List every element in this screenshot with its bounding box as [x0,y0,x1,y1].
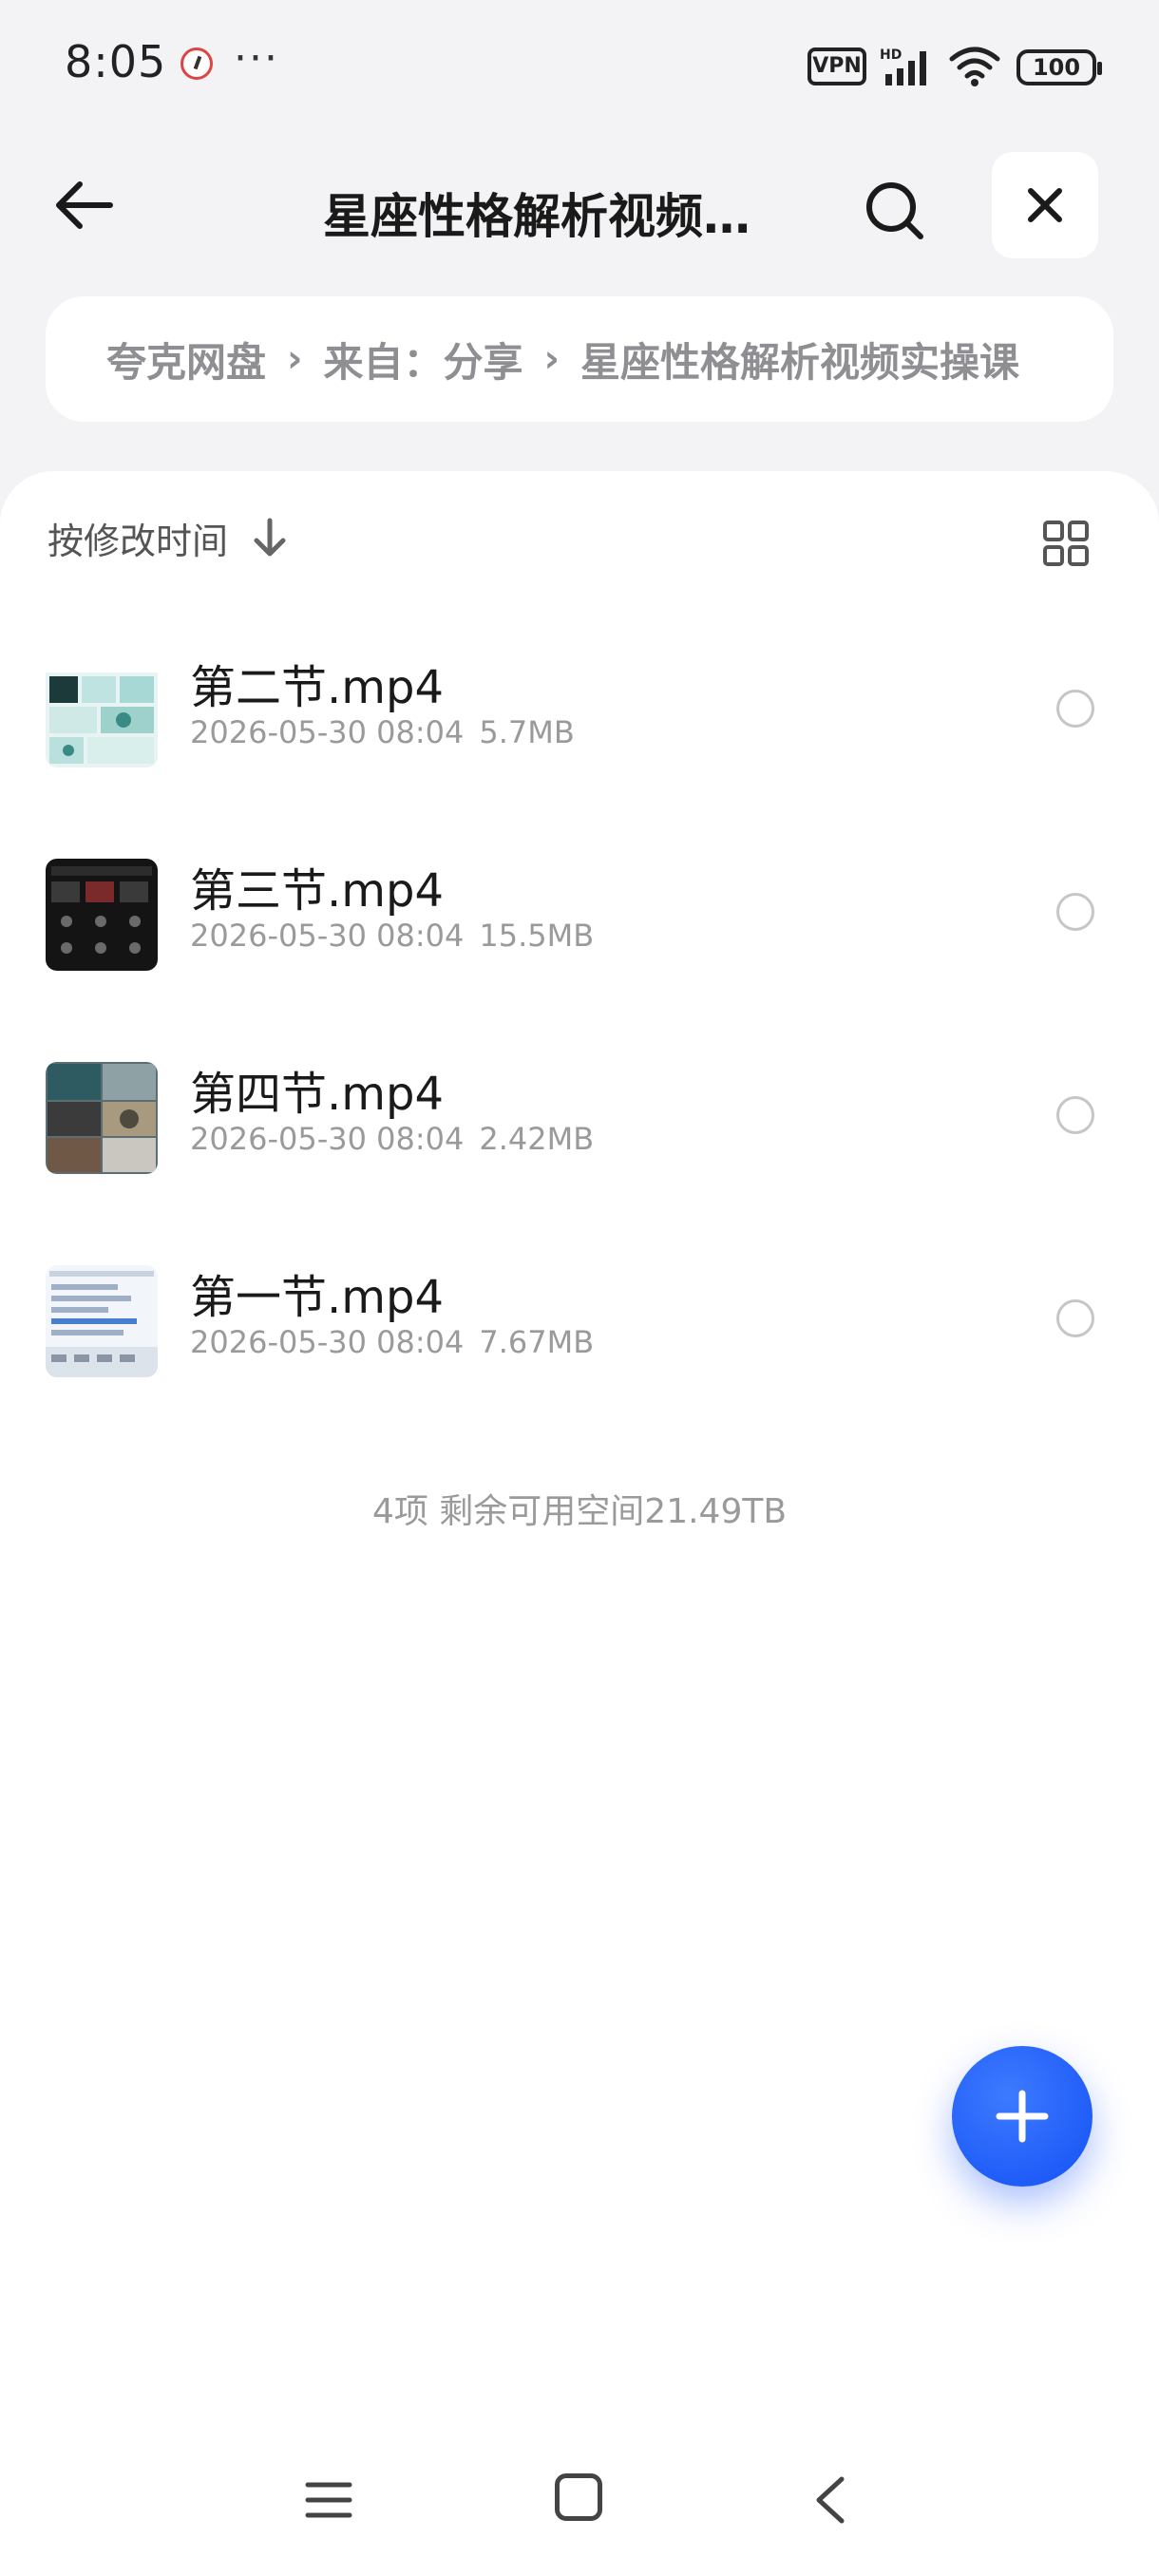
file-size: 5.7MB [479,714,575,750]
close-button[interactable] [992,152,1098,258]
file-date: 2026-05-30 08:04 [190,1121,465,1157]
file-browser: 按修改时间 第二节.mp4 2026-05-30 08:04 5.7MB 第三节… [0,471,1159,2576]
breadcrumb: 夸克网盘 › 来自：分享 › 星座性格解析视频实操课 [46,296,1113,422]
top-bar: 星座性格解析视频实操课 [0,142,1159,266]
more-notifications-icon: ··· [234,34,279,83]
svg-text:HD: HD [880,47,902,63]
file-name: 第四节.mp4 [190,1068,445,1121]
hd-signal-icon: HD [880,47,926,85]
file-row[interactable]: 第四节.mp4 2026-05-30 08:04 2.42MB [0,1049,1159,1252]
menu-icon[interactable] [304,2475,353,2525]
plus-icon [996,2090,1049,2143]
select-radio[interactable] [1056,690,1094,728]
system-nav-bar [0,2451,1159,2555]
file-name: 第二节.mp4 [190,661,445,714]
status-bar: 8:05 ··· VPN HD 100 [0,0,1159,133]
chevron-right-icon: › [543,337,560,381]
select-radio[interactable] [1056,1299,1094,1337]
file-meta: 2026-05-30 08:04 7.67MB [190,1324,594,1360]
nav-back-icon[interactable] [809,2473,851,2527]
breadcrumb-fade [1028,296,1113,422]
select-radio[interactable] [1056,893,1094,931]
home-icon[interactable] [555,2473,602,2521]
search-icon [866,182,923,239]
file-meta: 2026-05-30 08:04 15.5MB [190,918,594,954]
file-name: 第三节.mp4 [190,864,445,918]
screen: 8:05 ··· VPN HD 100 星座性格解析视频实操课 [0,0,1159,2576]
breadcrumb-item-shared[interactable]: 来自：分享 [324,331,523,388]
file-name: 第一节.mp4 [190,1271,445,1324]
sort-label: 按修改时间 [48,520,229,562]
battery-icon: 100 [1016,49,1102,85]
file-date: 2026-05-30 08:04 [190,1324,465,1360]
file-date: 2026-05-30 08:04 [190,714,465,750]
file-row[interactable]: 第二节.mp4 2026-05-30 08:04 5.7MB [0,642,1159,845]
search-button[interactable] [855,171,935,251]
breadcrumb-item-current: 星座性格解析视频实操课 [580,338,1020,386]
file-size: 15.5MB [479,918,595,954]
wifi-icon [949,47,1000,86]
chevron-right-icon: › [287,337,303,381]
page-title: 星座性格解析视频实操课 [323,189,779,244]
video-thumbnail [46,655,158,767]
file-row[interactable]: 第一节.mp4 2026-05-30 08:04 7.67MB [0,1252,1159,1455]
file-size: 2.42MB [479,1121,595,1157]
add-button[interactable] [952,2046,1092,2187]
video-thumbnail [46,859,158,971]
breadcrumb-item-root[interactable]: 夸克网盘 [106,331,266,388]
file-meta: 2026-05-30 08:04 5.7MB [190,714,575,750]
app-notification-icon [180,47,213,80]
close-icon [1028,188,1062,222]
storage-summary: 4项 剩余可用空间21.49TB [371,1492,788,1531]
back-arrow-icon [56,181,113,229]
status-time: 8:05 [65,36,167,87]
file-row[interactable]: 第三节.mp4 2026-05-30 08:04 15.5MB [0,845,1159,1049]
sort-button[interactable]: 按修改时间 [48,509,289,566]
file-list: 第二节.mp4 2026-05-30 08:04 5.7MB 第三节.mp4 2… [0,642,1159,1455]
grid-view-icon[interactable] [1041,519,1091,568]
sort-down-arrow-icon [254,518,286,557]
select-radio[interactable] [1056,1096,1094,1134]
file-date: 2026-05-30 08:04 [190,918,465,954]
back-button[interactable] [44,165,124,245]
vpn-icon: VPN [808,47,866,85]
file-size: 7.67MB [479,1324,595,1360]
video-thumbnail [46,1062,158,1174]
file-meta: 2026-05-30 08:04 2.42MB [190,1121,594,1157]
video-thumbnail [46,1265,158,1377]
